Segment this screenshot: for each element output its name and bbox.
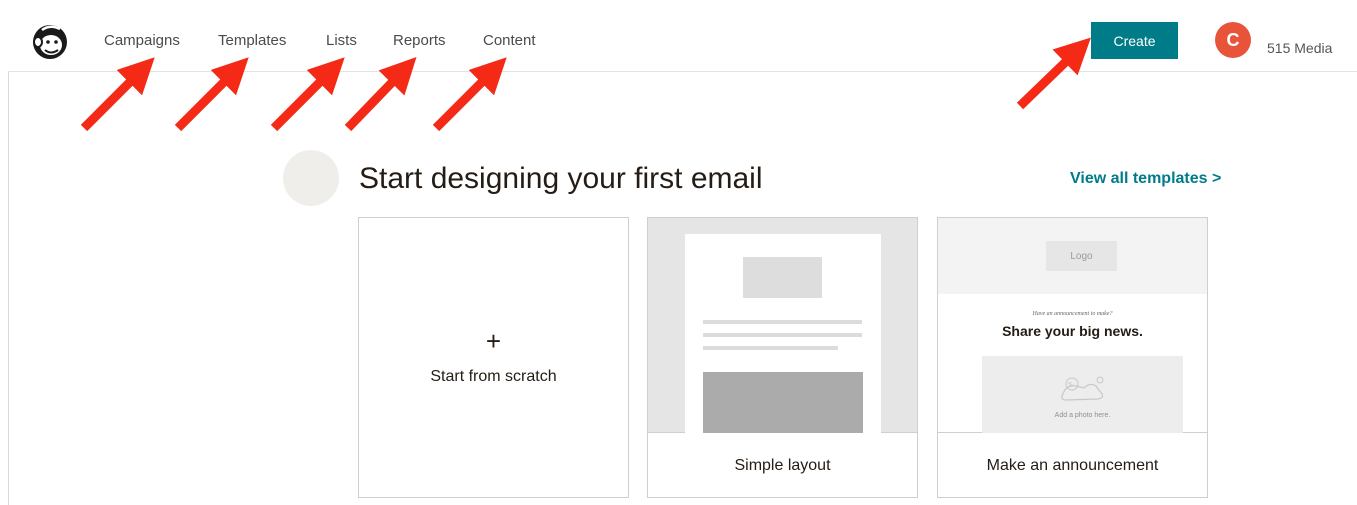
preview-photo-text: Add a photo here. [1054, 412, 1111, 419]
template-preview [648, 218, 917, 433]
preview-text-line [703, 320, 862, 324]
nav-campaigns[interactable]: Campaigns [104, 32, 180, 49]
preview-header: Logo [938, 218, 1207, 294]
preview-text-line [703, 333, 862, 337]
preview-subheading: Have an announcement to make? [1032, 311, 1113, 317]
nav-content[interactable]: Content [483, 32, 536, 49]
account-name[interactable]: 515 Media [1267, 40, 1332, 56]
section-icon-placeholder [283, 150, 339, 206]
plus-icon: + [485, 326, 502, 356]
start-from-scratch-card[interactable]: + Start from scratch [358, 217, 629, 498]
freddie-monkey-logo-icon[interactable] [30, 22, 70, 62]
card-label: Make an announcement [986, 457, 1159, 474]
page-title: Start designing your first email [359, 162, 763, 195]
preview-headline: Share your big news. [1002, 323, 1143, 339]
svg-text:%: % [1068, 382, 1073, 388]
template-preview: Logo Have an announcement to make? Share… [938, 218, 1207, 433]
preview-email-sheet [685, 234, 881, 433]
card-label: Start from scratch [430, 368, 557, 385]
card-label: Simple layout [734, 457, 831, 474]
preview-header-block [743, 257, 822, 298]
preview-logo-placeholder: Logo [1046, 241, 1117, 271]
nav-templates[interactable]: Templates [218, 32, 286, 49]
nav-reports[interactable]: Reports [393, 32, 446, 49]
nav-lists[interactable]: Lists [326, 32, 357, 49]
simple-layout-card[interactable]: Simple layout [647, 217, 918, 498]
preview-text-line [703, 346, 838, 350]
preview-image-block [703, 372, 863, 433]
create-button[interactable]: Create [1091, 22, 1178, 59]
view-all-templates-link[interactable]: View all templates > [1070, 170, 1221, 188]
top-nav-bar: Campaigns Templates Lists Reports Conten… [8, 8, 1357, 72]
preview-photo-placeholder: % Add a photo here. [982, 356, 1183, 433]
avatar[interactable]: C [1215, 22, 1251, 58]
make-an-announcement-card[interactable]: Logo Have an announcement to make? Share… [937, 217, 1208, 498]
sneaker-icon: % [1061, 376, 1104, 401]
